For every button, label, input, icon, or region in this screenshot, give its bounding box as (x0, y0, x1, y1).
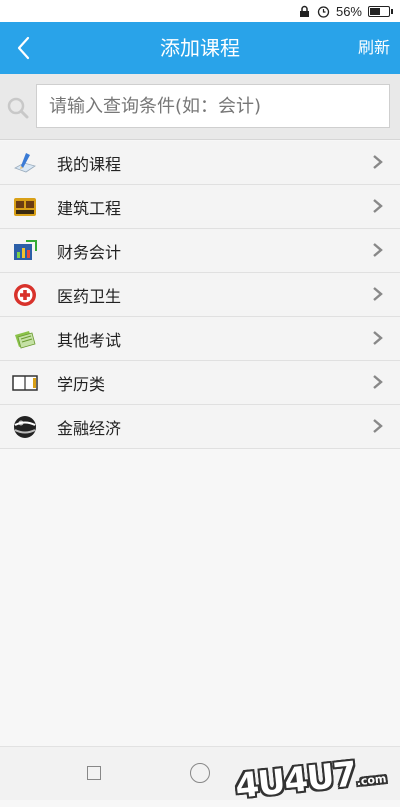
search-input[interactable] (36, 84, 390, 128)
course-category-list: 我的课程 建筑工程 财务会计 医药卫生 其他考试 学历类 金融经济 (0, 141, 400, 449)
list-item-label: 建筑工程 (57, 198, 122, 218)
refresh-button[interactable]: 刷新 (358, 22, 390, 74)
list-item-academic-degree[interactable]: 学历类 (0, 361, 400, 405)
chevron-right-icon (373, 331, 383, 345)
pencil-paper-icon (12, 150, 38, 176)
chevron-right-icon (373, 419, 383, 433)
medical-cross-icon (12, 282, 38, 308)
list-item-construction[interactable]: 建筑工程 (0, 185, 400, 229)
battery-percent: 56% (335, 3, 362, 19)
list-item-my-courses[interactable]: 我的课程 (0, 141, 400, 185)
chevron-right-icon (373, 199, 383, 213)
list-item-finance-economics[interactable]: 金融经济 (0, 405, 400, 449)
search-bar (0, 74, 400, 140)
home-button[interactable] (190, 763, 210, 783)
alarm-icon (317, 5, 330, 18)
status-bar: 56% (0, 0, 400, 22)
finance-chart-icon (12, 238, 38, 264)
system-nav-bar: 4U4U7.com (0, 746, 400, 807)
list-item-other-exams[interactable]: 其他考试 (0, 317, 400, 361)
list-item-medicine[interactable]: 医药卫生 (0, 273, 400, 317)
construction-icon (12, 194, 38, 220)
watermark-logo: 4U4U7.com (233, 754, 388, 807)
lock-icon (299, 5, 309, 17)
search-icon (7, 97, 29, 119)
list-item-label: 其他考试 (57, 330, 122, 350)
battery-icon (368, 5, 393, 17)
recent-apps-button[interactable] (87, 766, 101, 780)
list-item-label: 医药卫生 (57, 286, 122, 306)
list-item-label: 我的课程 (57, 154, 122, 174)
list-item-accounting[interactable]: 财务会计 (0, 229, 400, 273)
list-item-label: 金融经济 (57, 418, 122, 438)
globe-icon (12, 414, 38, 440)
list-item-label: 学历类 (57, 374, 106, 394)
chevron-right-icon (373, 155, 383, 169)
chevron-right-icon (373, 287, 383, 301)
chevron-right-icon (373, 243, 383, 257)
battery-fill (370, 7, 380, 15)
documents-icon (12, 326, 38, 352)
page-title: 添加课程 (160, 36, 240, 60)
book-icon (12, 370, 38, 396)
chevron-right-icon (373, 375, 383, 389)
list-item-label: 财务会计 (57, 242, 122, 262)
title-bar: 添加课程 刷新 (0, 22, 400, 74)
